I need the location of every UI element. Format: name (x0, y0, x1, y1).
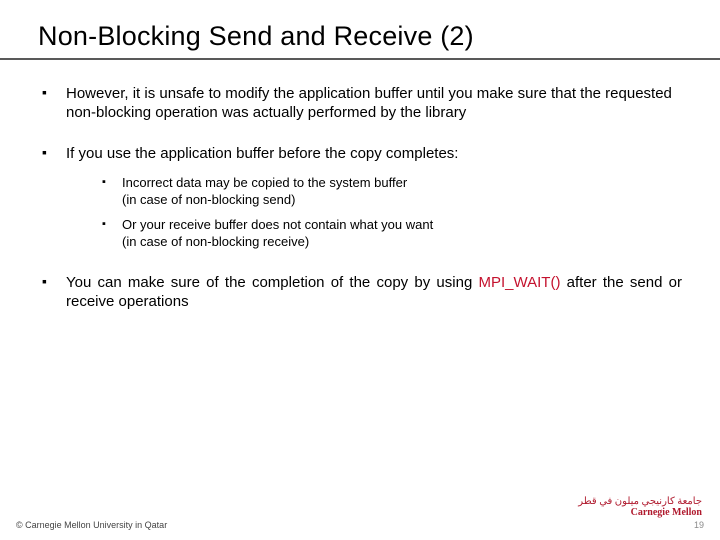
title-rule (0, 58, 720, 60)
bullet-2-sublist: Incorrect data may be copied to the syst… (102, 175, 682, 251)
bullet-3-a: You can make sure of the completion of t… (66, 274, 479, 291)
bullet-2-2-line1: Or your receive buffer does not contain … (122, 217, 433, 232)
cmu-qatar-logo: جامعة كارنيجي ميلون في قطر Carnegie Mell… (578, 496, 702, 518)
slide: Non-Blocking Send and Receive (2) Howeve… (0, 0, 720, 540)
bullet-3-highlight: MPI_WAIT() (479, 274, 561, 291)
bullet-2-2: Or your receive buffer does not contain … (102, 217, 682, 251)
bullet-list: However, it is unsafe to modify the appl… (38, 84, 682, 312)
bullet-2-text: If you use the application buffer before… (66, 145, 458, 162)
bullet-2: If you use the application buffer before… (38, 144, 682, 251)
bullet-1: However, it is unsafe to modify the appl… (38, 84, 682, 122)
bullet-2-1-line1: Incorrect data may be copied to the syst… (122, 175, 407, 190)
page-number: 19 (694, 520, 704, 532)
logo-arabic: جامعة كارنيجي ميلون في قطر (578, 496, 702, 507)
copyright: © Carnegie Mellon University in Qatar (16, 520, 167, 532)
bullet-2-2-line2: (in case of non-blocking receive) (122, 234, 309, 249)
bullet-2-1: Incorrect data may be copied to the syst… (102, 175, 682, 209)
logo-english: Carnegie Mellon (631, 507, 702, 518)
bullet-3: You can make sure of the completion of t… (38, 273, 682, 311)
footer: © Carnegie Mellon University in Qatar 19 (0, 520, 720, 532)
bullet-2-1-line2: (in case of non-blocking send) (122, 192, 295, 207)
slide-title: Non-Blocking Send and Receive (2) (38, 22, 682, 52)
